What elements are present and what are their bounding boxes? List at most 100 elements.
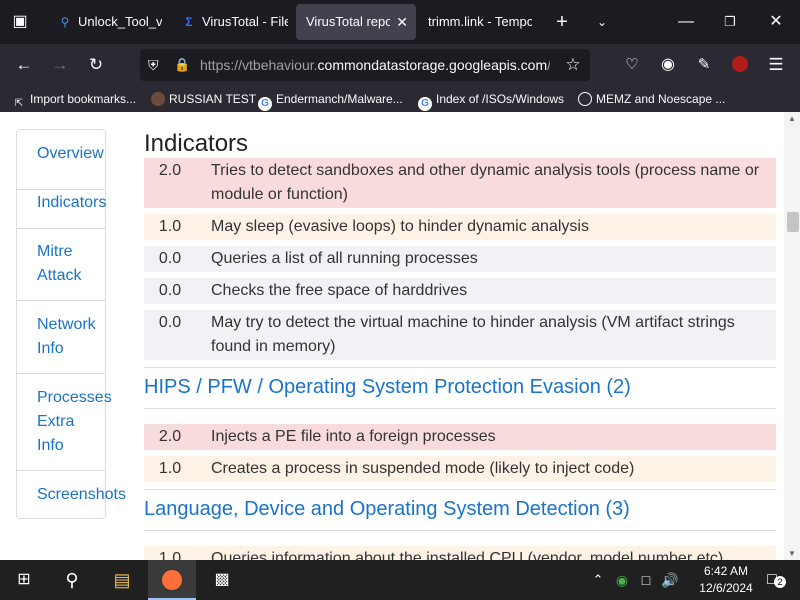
forward-icon[interactable]: → (44, 44, 76, 86)
virustotal-icon: Σ (185, 15, 193, 29)
bookmark-import[interactable]: ⇱ Import bookmarks... (12, 86, 136, 112)
severity-score: 0.0 (158, 314, 182, 331)
indicator-row: 0.0 May try to detect the virtual machin… (144, 310, 776, 360)
indicator-text: Tries to detect sandboxes and other dyna… (211, 162, 760, 203)
severity-score: 0.0 (158, 250, 182, 267)
google-icon: G (418, 97, 432, 111)
security-tray-icon[interactable]: ◉ (610, 560, 634, 600)
clock-time: 6:42 AM (703, 564, 749, 578)
indicator-row: 0.0 Checks the free space of harddrives (144, 278, 776, 304)
sidebar-item-mitre-attack[interactable]: Mitre Attack (17, 228, 105, 301)
sidebar-item-indicators[interactable]: Indicators (17, 191, 106, 229)
indicator-text: May try to detect the virtual machine to… (211, 314, 735, 355)
volume-icon[interactable]: 🔊 (658, 560, 682, 600)
scroll-up-icon[interactable]: ▲ (788, 114, 796, 123)
tab-title: trimm.link - Tempo (428, 14, 532, 29)
indicator-row: 2.0 Injects a PE file into a foreign pro… (144, 424, 776, 450)
severity-score: 1.0 (158, 550, 182, 560)
bookmark-star-icon[interactable]: ☆ (557, 44, 589, 86)
scrollbar-thumb[interactable] (787, 212, 799, 232)
tab-virustotal-file[interactable]: Σ VirusTotal - File (172, 4, 288, 40)
lock-icon[interactable]: 🔒 (174, 49, 190, 81)
tab-title: Unlock_Tool_v (78, 14, 162, 29)
start-windows-icon[interactable]: ⊞ (0, 560, 48, 600)
site-favicon (151, 92, 165, 106)
bookmark-index-isos[interactable]: G Index of /ISOs/Windows (418, 86, 564, 112)
navigation-bar: ← → ↻ ⛨ 🔒 https://vtbehaviour.commondata… (0, 44, 800, 86)
indicator-text: Queries a list of all running processes (211, 250, 478, 267)
restore-icon[interactable]: ❐ (712, 2, 748, 42)
reload-icon[interactable]: ↻ (80, 44, 112, 86)
google-icon: G (258, 97, 272, 111)
app-window-icon[interactable]: ▩ (198, 560, 246, 600)
network-icon[interactable]: □ (634, 560, 658, 600)
bookmarks-bar: ⇱ Import bookmarks... RUSSIAN TEST G Ender… (0, 86, 800, 112)
severity-score: 1.0 (158, 218, 182, 235)
sidebar-item-network-info[interactable]: Network Info (17, 301, 105, 374)
minimize-icon[interactable]: — (668, 2, 704, 42)
severity-score: 1.0 (158, 460, 182, 477)
bookmark-russian-test[interactable]: RUSSIAN TEST (151, 86, 256, 112)
divider (144, 408, 776, 409)
back-icon[interactable]: ← (8, 44, 40, 86)
section-heading: HIPS / PFW / Operating System Protection… (144, 376, 631, 398)
sidebar-item-overview[interactable]: Overview (17, 142, 105, 190)
section-heading: Language, Device and Operating System De… (144, 498, 630, 520)
file-explorer-icon[interactable]: ▤ (98, 560, 146, 600)
indicator-row: 1.0 May sleep (evasive loops) to hinder … (144, 214, 776, 240)
globe-icon (578, 92, 592, 106)
url-text[interactable]: https://vtbehaviour.commondatastorage.go… (200, 49, 550, 81)
divider (144, 367, 776, 368)
tab-title: VirusTotal report (306, 14, 390, 29)
page-content: Overview Indicators Mitre Attack Network… (0, 112, 800, 560)
indicator-text: Queries information about the installed … (211, 550, 724, 560)
notifications-icon[interactable]: □ 2 (752, 560, 792, 600)
sidebar-item-screenshots[interactable]: Screenshots (17, 471, 126, 519)
tab-bar: ▣ ⚲ Unlock_Tool_v Σ VirusTotal - File Vi… (0, 0, 800, 44)
firefox-icon[interactable] (148, 560, 196, 600)
extensions-icon[interactable]: ✎ (688, 44, 720, 86)
bookmark-memz[interactable]: MEMZ and Noescape ... (578, 86, 725, 112)
taskbar-clock[interactable]: 6:42 AM 12/6/2024 (696, 563, 756, 597)
indicator-row: 1.0 Queries information about the instal… (144, 546, 776, 560)
search-icon[interactable]: ⚲ (48, 560, 96, 600)
pocket-icon[interactable]: ♡ (616, 44, 648, 86)
chevron-down-icon[interactable]: ⌄ (588, 2, 616, 42)
divider (144, 489, 776, 490)
show-hidden-icons[interactable]: ⌃ (586, 560, 610, 600)
side-navigation: Overview Indicators Mitre Attack Network… (16, 129, 126, 519)
indicator-row: 2.0 Tries to detect sandboxes and other … (144, 158, 776, 208)
url-bar[interactable]: ⛨ 🔒 https://vtbehaviour.commondatastorag… (140, 49, 590, 81)
clock-date: 12/6/2024 (699, 581, 753, 595)
severity-score: 0.0 (158, 282, 182, 299)
page-title: Indicators (144, 130, 249, 157)
page-scrollbar[interactable]: ▲ ▼ (784, 112, 800, 560)
tab-unlock-tool[interactable]: ⚲ Unlock_Tool_v (46, 4, 162, 40)
menu-icon[interactable]: ☰ (760, 44, 792, 86)
tab-overview-icon[interactable]: ▣ (2, 2, 38, 42)
notification-count: 2 (774, 576, 786, 588)
indicator-text: Injects a PE file into a foreign process… (211, 428, 496, 445)
sidebar-item-processes-extra-info[interactable]: Processes Extra Info (17, 374, 112, 471)
close-window-icon[interactable]: ✕ (758, 2, 794, 42)
tab-virustotal-report[interactable]: VirusTotal report ✕ (296, 4, 416, 40)
scroll-down-icon[interactable]: ▼ (788, 549, 796, 558)
indicator-row: 0.0 Queries a list of all running proces… (144, 246, 776, 272)
tab-trimm-link[interactable]: trimm.link - Tempo (420, 4, 532, 40)
indicator-row: 1.0 Creates a process in suspended mode … (144, 456, 776, 482)
severity-score: 2.0 (158, 428, 182, 445)
import-icon: ⇱ (14, 98, 24, 109)
indicator-text: Creates a process in suspended mode (lik… (211, 460, 635, 477)
account-icon[interactable]: ◉ (652, 44, 684, 86)
indicator-text: May sleep (evasive loops) to hinder dyna… (211, 218, 589, 235)
tab-title: VirusTotal - File (202, 14, 288, 29)
ublock-icon[interactable] (724, 44, 756, 86)
divider (144, 530, 776, 531)
indicator-text: Checks the free space of harddrives (211, 282, 468, 299)
bookmark-endermanch[interactable]: G Endermanch/Malware... (258, 86, 403, 112)
close-tab-icon[interactable]: ✕ (396, 4, 408, 40)
severity-score: 2.0 (158, 162, 182, 179)
search-icon: ⚲ (60, 15, 70, 29)
new-tab-icon[interactable]: + (548, 2, 576, 42)
shield-icon[interactable]: ⛨ (148, 49, 159, 81)
